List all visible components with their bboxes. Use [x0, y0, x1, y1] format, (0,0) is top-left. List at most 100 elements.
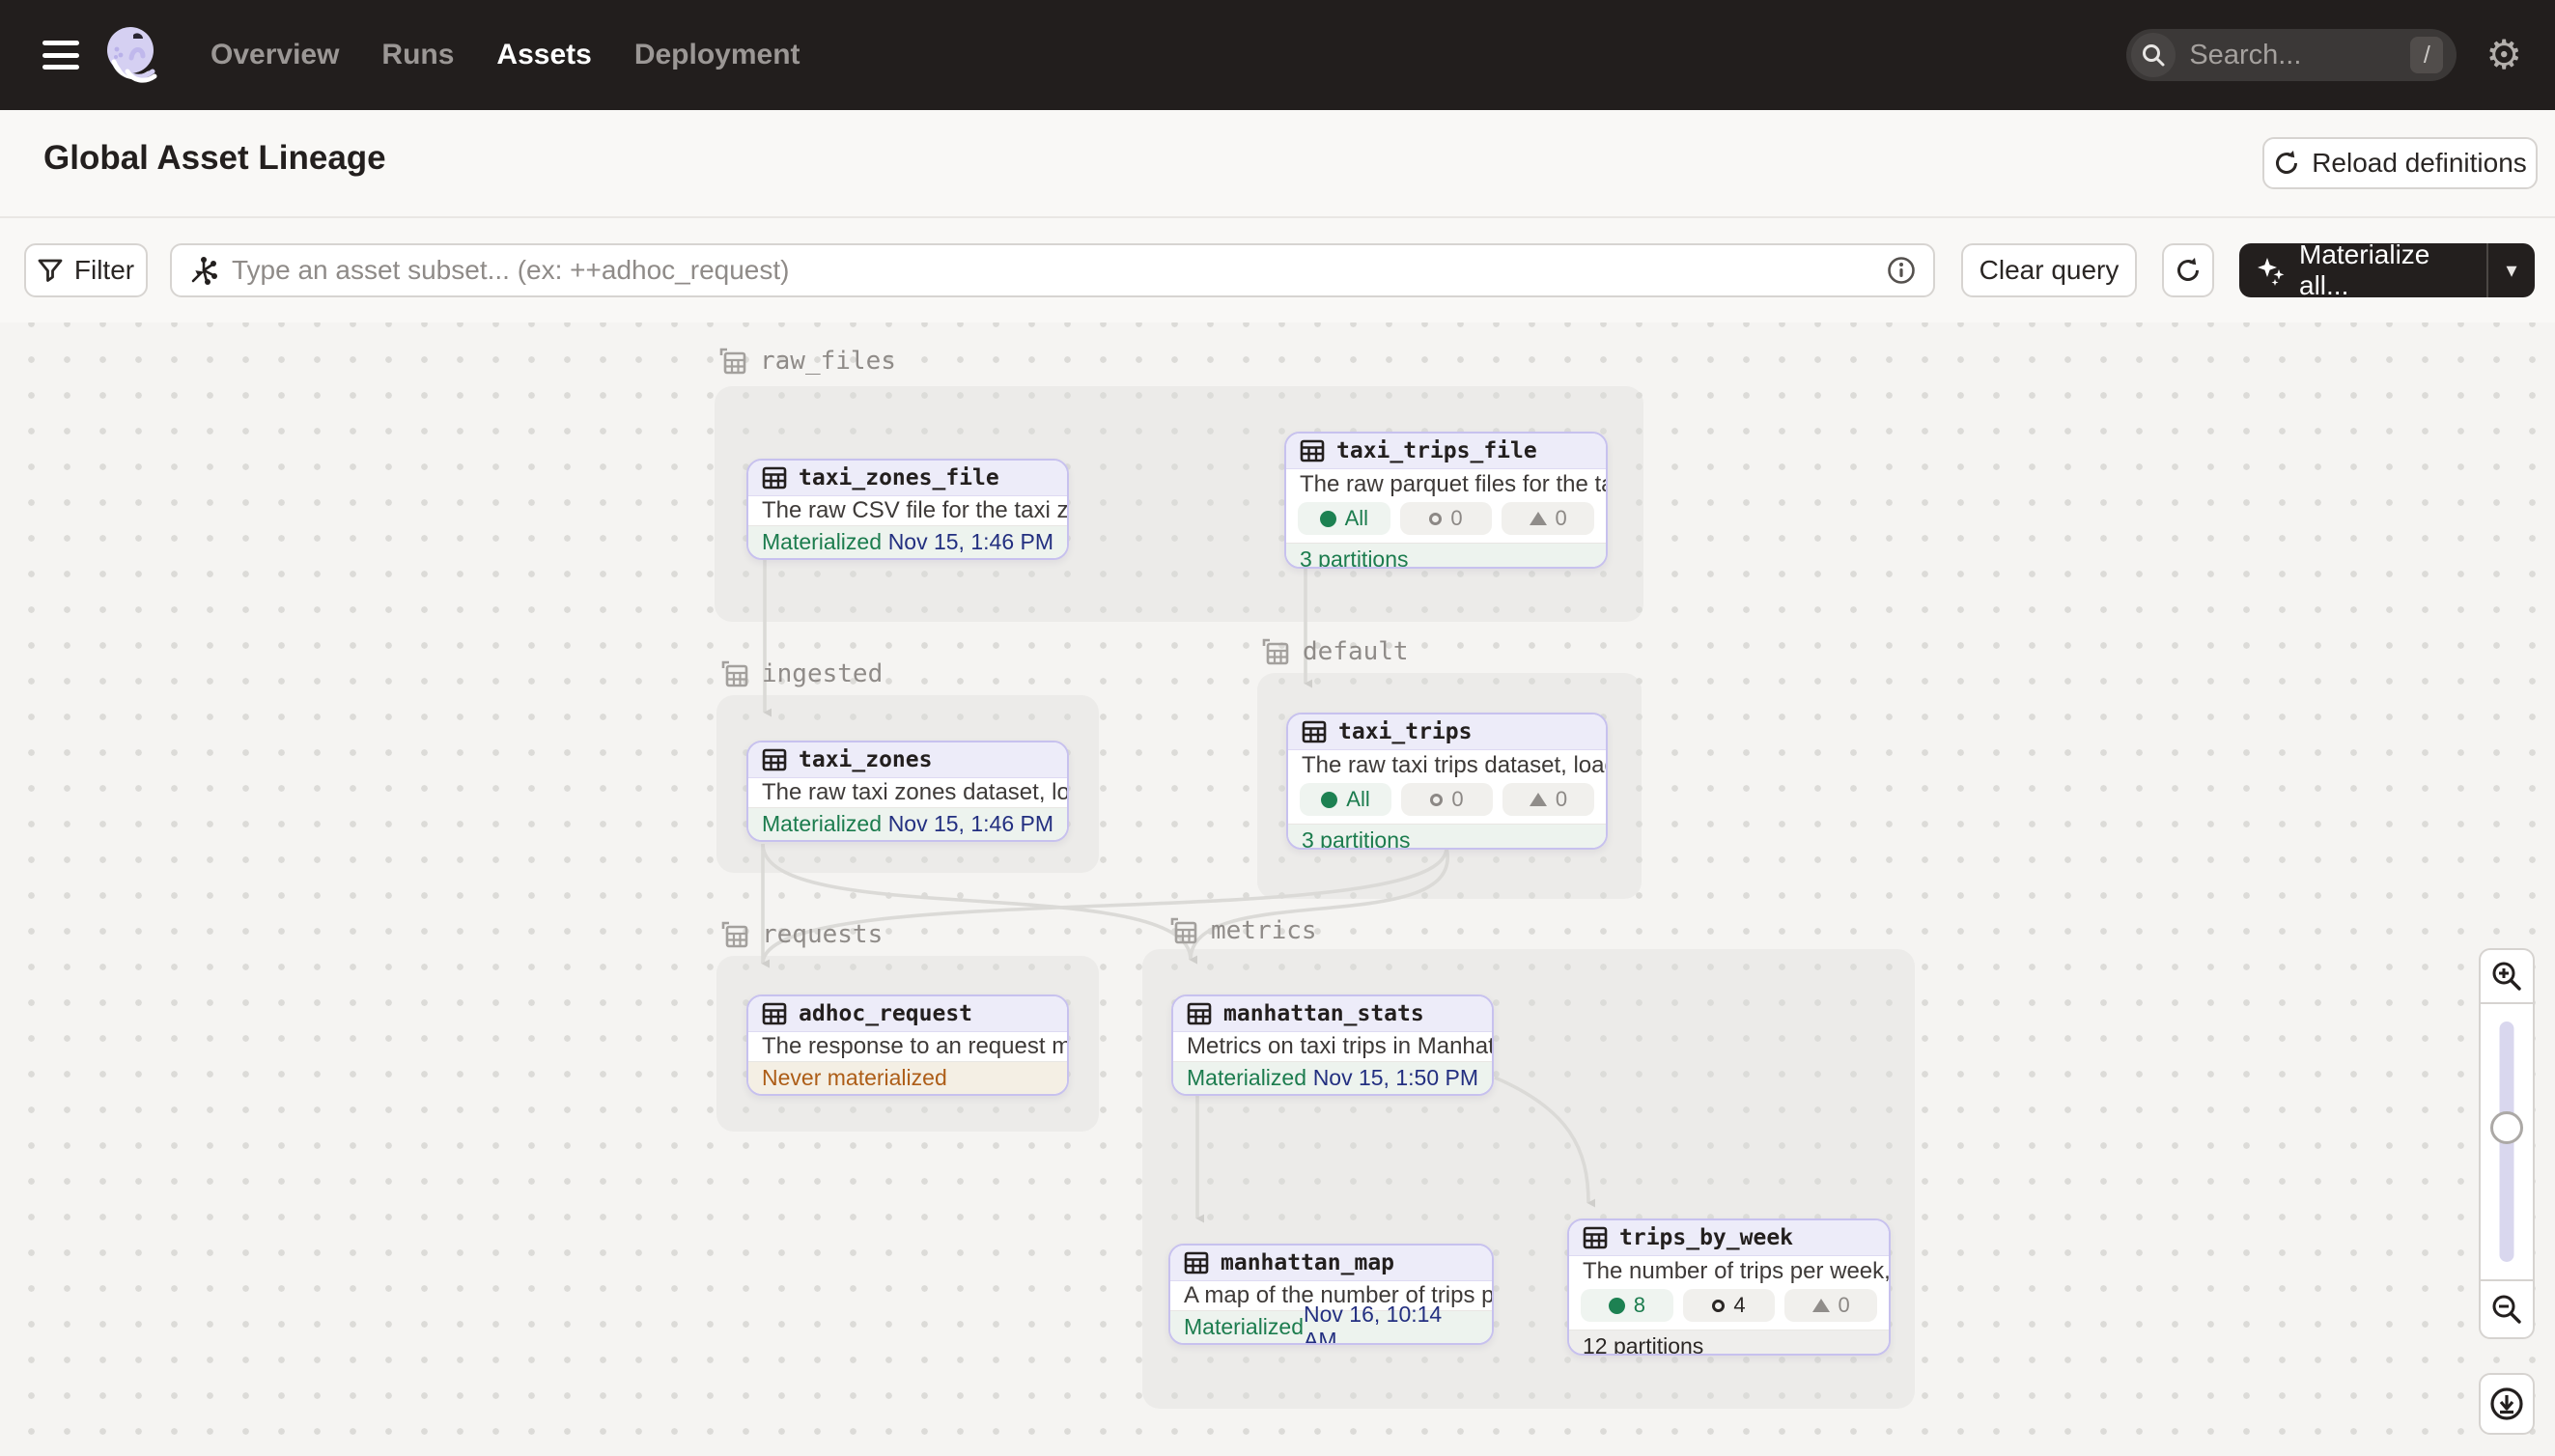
main-nav: Overview Runs Assets Deployment [211, 39, 800, 71]
group-label-requests[interactable]: requests [719, 919, 883, 950]
nav-runs[interactable]: Runs [381, 39, 454, 71]
table-icon [1184, 1250, 1209, 1275]
zoom-slider[interactable] [2479, 1002, 2535, 1281]
status-badge: Never materialized [762, 1065, 947, 1091]
zoom-out-button[interactable] [2479, 1279, 2535, 1339]
missing-ring-icon [1429, 513, 1442, 525]
asset-description: The raw taxi zones dataset, loaded int..… [748, 778, 1067, 807]
materialized-partitions-badge[interactable]: All [1298, 502, 1390, 535]
asset-name: taxi_zones_file [799, 465, 999, 490]
nav-deployment[interactable]: Deployment [634, 39, 800, 71]
asset-name: taxi_trips [1338, 719, 1472, 744]
asset-node-manhattan-map[interactable]: manhattan_map A map of the number of tri… [1168, 1244, 1494, 1345]
partitions-count: 3 partitions [1302, 827, 1411, 850]
nav-overview[interactable]: Overview [211, 39, 339, 71]
materialize-dropdown-caret[interactable]: ▾ [2486, 243, 2535, 297]
refresh-icon [2175, 257, 2202, 284]
search-icon [2131, 33, 2176, 77]
asset-group-icon [717, 346, 748, 377]
asset-description: Metrics on taxi trips in Manhattan [1173, 1032, 1492, 1061]
page-title: Global Asset Lineage [43, 139, 386, 178]
stale-partitions-badge[interactable]: 0 [1502, 502, 1594, 535]
info-icon[interactable] [1887, 256, 1916, 285]
download-view-button[interactable] [2479, 1373, 2535, 1435]
stale-partitions-badge[interactable]: 0 [1502, 783, 1594, 816]
asset-node-adhoc-request[interactable]: adhoc_request The response to an request… [746, 994, 1069, 1096]
asset-query-inputgroup [170, 243, 1935, 297]
nav-assets[interactable]: Assets [496, 39, 591, 71]
top-navbar: Overview Runs Assets Deployment Search..… [0, 0, 2555, 110]
asset-description: The raw CSV file for the taxi zones dat.… [748, 496, 1067, 525]
asset-name: trips_by_week [1619, 1225, 1793, 1250]
status-badge: Materialized [762, 811, 882, 837]
materialized-partitions-badge[interactable]: All [1300, 783, 1391, 816]
asset-name: manhattan_map [1221, 1250, 1394, 1275]
asset-node-taxi-trips-file[interactable]: taxi_trips_file The raw parquet files fo… [1284, 432, 1608, 569]
stale-triangle-icon [1530, 512, 1547, 525]
asset-node-taxi-trips[interactable]: taxi_trips The raw taxi trips dataset, l… [1286, 713, 1608, 850]
search-shortcut-badge: / [2410, 37, 2443, 73]
materialize-all-button[interactable]: Materialize all... ▾ [2239, 243, 2535, 297]
asset-group-icon [1260, 636, 1291, 667]
zoom-in-button[interactable] [2479, 948, 2535, 1004]
dagster-global-asset-lineage: Overview Runs Assets Deployment Search..… [0, 0, 2555, 1456]
materialization-timestamp[interactable]: Nov 15, 1:46 PM [888, 529, 1053, 555]
stale-triangle-icon [1530, 793, 1547, 806]
asset-description: The number of trips per week, aggreg... [1569, 1256, 1889, 1287]
asset-node-taxi-zones[interactable]: taxi_zones The raw taxi zones dataset, l… [746, 741, 1069, 842]
hamburger-menu-icon[interactable] [42, 41, 79, 70]
table-icon [762, 465, 787, 490]
materialized-dot-icon [1320, 511, 1336, 527]
materialized-partitions-badge[interactable]: 8 [1581, 1289, 1673, 1322]
zoom-slider-thumb[interactable] [2490, 1111, 2523, 1144]
materialized-dot-icon [1321, 792, 1337, 808]
refresh-query-button[interactable] [2162, 243, 2214, 297]
partition-health-badges: 8 4 0 [1569, 1287, 1889, 1330]
refresh-icon [2273, 150, 2300, 177]
filter-button[interactable]: Filter [24, 243, 148, 297]
materialization-timestamp[interactable]: Nov 16, 10:14 AM [1304, 1302, 1478, 1346]
asset-group-icon [719, 658, 750, 689]
materialization-timestamp[interactable]: Nov 15, 1:50 PM [1313, 1065, 1478, 1091]
table-icon [1302, 719, 1327, 744]
search-placeholder: Search... [2189, 40, 2410, 71]
clear-query-button[interactable]: Clear query [1961, 243, 2137, 297]
status-badge: Materialized [1187, 1065, 1306, 1091]
stale-triangle-icon [1812, 1299, 1830, 1312]
status-badge: Materialized [762, 529, 882, 555]
table-icon [762, 1001, 787, 1026]
missing-partitions-badge[interactable]: 4 [1683, 1289, 1776, 1322]
lineage-toolbar: Filter Clear query [0, 218, 2555, 322]
missing-partitions-badge[interactable]: 0 [1400, 502, 1493, 535]
table-icon [762, 747, 787, 772]
partitions-count: 12 partitions [1583, 1333, 1703, 1356]
asset-name: taxi_trips_file [1336, 438, 1537, 463]
group-label-ingested[interactable]: ingested [719, 658, 883, 689]
missing-partitions-badge[interactable]: 0 [1401, 783, 1493, 816]
asset-node-manhattan-stats[interactable]: manhattan_stats Metrics on taxi trips in… [1171, 994, 1494, 1096]
table-icon [1300, 438, 1325, 463]
partition-health-badges: All 0 0 [1288, 781, 1606, 824]
group-label-metrics[interactable]: metrics [1168, 915, 1317, 946]
asset-name: manhattan_stats [1223, 1001, 1424, 1026]
page-header: Global Asset Lineage Reload definitions [0, 110, 2555, 218]
partition-health-badges: All 0 0 [1286, 500, 1606, 543]
asset-subset-input[interactable] [232, 255, 1887, 286]
table-icon [1187, 1001, 1212, 1026]
reload-definitions-button[interactable]: Reload definitions [2262, 137, 2538, 189]
materialization-timestamp[interactable]: Nov 15, 1:46 PM [888, 811, 1053, 837]
settings-gear-icon[interactable]: ⚙ [2485, 35, 2522, 75]
asset-node-taxi-zones-file[interactable]: taxi_zones_file The raw CSV file for the… [746, 459, 1069, 560]
group-label-raw-files[interactable]: raw_files [717, 346, 896, 377]
asset-node-trips-by-week[interactable]: trips_by_week The number of trips per we… [1567, 1218, 1891, 1356]
asset-name: taxi_zones [799, 747, 932, 772]
group-label-default[interactable]: default [1260, 636, 1409, 667]
global-search[interactable]: Search... / [2126, 29, 2457, 81]
asset-group-icon [719, 919, 750, 950]
lineage-canvas[interactable]: raw_files ingested default requests metr… [0, 322, 2555, 1456]
dagster-logo-icon[interactable] [104, 25, 160, 85]
asset-name: adhoc_request [799, 1001, 972, 1026]
sparkles-icon [2255, 254, 2288, 287]
stale-partitions-badge[interactable]: 0 [1784, 1289, 1877, 1322]
asset-graph-icon [189, 256, 218, 285]
